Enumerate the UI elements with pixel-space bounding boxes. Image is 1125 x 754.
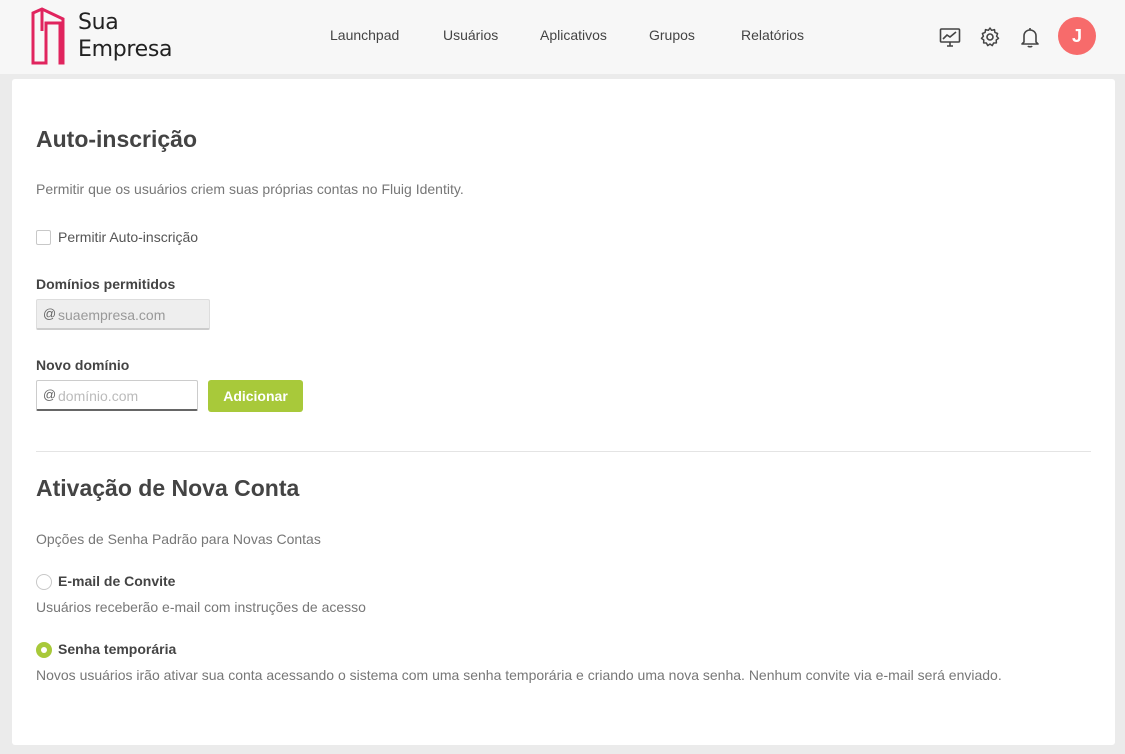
activation-title: Ativação de Nova Conta [36, 475, 300, 501]
allowed-domain-field: @ suaempresa.com [36, 299, 210, 330]
brand-logo-mark-icon [31, 7, 65, 65]
option-invite-email[interactable]: E-mail de Convite [36, 573, 236, 591]
brand-name-line2: Empresa [78, 37, 173, 62]
top-navigation-bar: Sua Empresa Launchpad Usuários Aplicativ… [0, 0, 1125, 74]
nav-item-grupos[interactable]: Grupos [649, 27, 695, 43]
section-divider [36, 451, 1091, 452]
settings-card: Auto-inscrição Permitir que os usuários … [12, 79, 1115, 745]
self-signup-checkbox[interactable] [36, 230, 51, 245]
self-signup-checkbox-label: Permitir Auto-inscrição [58, 229, 199, 245]
bell-icon[interactable] [1019, 26, 1041, 48]
gear-icon[interactable] [979, 26, 1001, 48]
new-domain-label: Novo domínio [36, 357, 130, 373]
nav-item-aplicativos[interactable]: Aplicativos [540, 27, 607, 43]
invite-email-label: E-mail de Convite [58, 573, 176, 589]
self-signup-checkbox-row[interactable]: Permitir Auto-inscrição [36, 229, 236, 247]
allowed-domains-label: Domínios permitidos [36, 276, 176, 292]
activation-description: Opções de Senha Padrão para Novas Contas [36, 531, 321, 547]
allowed-domain-value: suaempresa.com [58, 307, 166, 323]
brand-logo[interactable]: Sua Empresa [30, 5, 190, 67]
new-domain-input[interactable] [58, 388, 188, 404]
invite-email-radio[interactable] [36, 574, 52, 590]
option-temporary-password[interactable]: Senha temporária [36, 641, 236, 659]
monitor-chart-icon[interactable] [939, 26, 961, 48]
nav-item-usuarios[interactable]: Usuários [443, 27, 498, 43]
self-signup-title: Auto-inscrição [36, 126, 198, 152]
invite-email-description: Usuários receberão e-mail com instruções… [36, 599, 366, 615]
nav-item-relatorios[interactable]: Relatórios [741, 27, 804, 43]
temporary-password-label: Senha temporária [58, 641, 177, 657]
user-avatar[interactable]: J [1058, 17, 1096, 55]
temporary-password-radio[interactable] [36, 642, 52, 658]
at-symbol: @ [43, 306, 57, 321]
at-symbol: @ [43, 387, 57, 402]
brand-name-line1: Sua [78, 10, 119, 35]
new-domain-field[interactable]: @ [36, 380, 198, 411]
self-signup-description: Permitir que os usuários criem suas próp… [36, 181, 464, 197]
brand-name: Sua Empresa [78, 9, 173, 63]
temporary-password-description: Novos usuários irão ativar sua conta ace… [36, 667, 1002, 683]
add-domain-button[interactable]: Adicionar [208, 380, 303, 412]
nav-item-launchpad[interactable]: Launchpad [330, 27, 399, 43]
